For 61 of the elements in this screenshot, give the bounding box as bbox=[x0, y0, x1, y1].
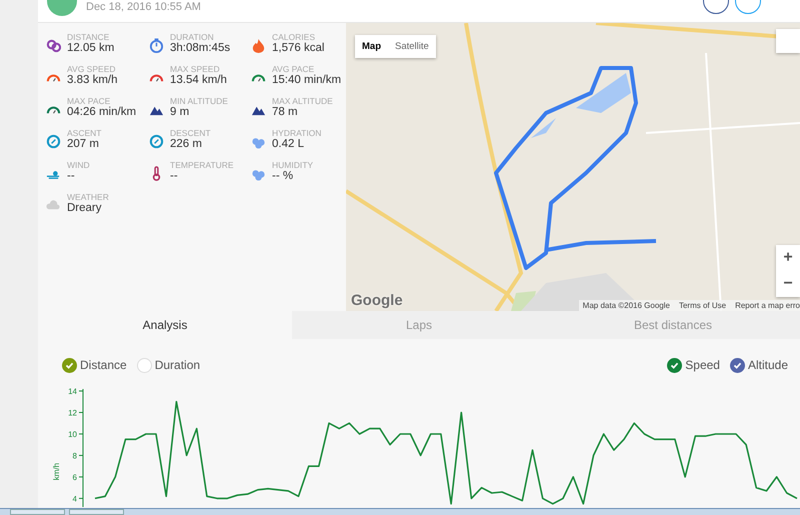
tick-label: 14 bbox=[68, 387, 77, 396]
stat-value: -- bbox=[67, 170, 76, 183]
map-type-tab[interactable]: Map bbox=[355, 35, 388, 58]
stat-label: ASCENT bbox=[67, 128, 102, 138]
zoom-out-button[interactable]: − bbox=[776, 271, 800, 297]
map-attribution: Map data ©2016 Google bbox=[582, 301, 670, 310]
checkbox[interactable] bbox=[667, 358, 682, 372]
stat-value: 13.54 km/h bbox=[170, 74, 227, 87]
stat-value: -- % bbox=[272, 170, 294, 183]
stat-value: 12.05 km bbox=[67, 42, 114, 55]
taskbar-button[interactable] bbox=[69, 509, 124, 515]
stat-value: 9 m bbox=[170, 106, 190, 119]
stat-value: -- bbox=[170, 170, 179, 183]
tick-label: 12 bbox=[68, 408, 77, 418]
stat-value: 3.83 km/h bbox=[67, 74, 118, 87]
zoom-in-button[interactable]: + bbox=[776, 245, 800, 271]
stat-value: 207 m bbox=[67, 138, 100, 151]
tick-label: 6 bbox=[72, 472, 77, 482]
stat-label: MAX SPEED bbox=[170, 64, 221, 74]
stat-value: 3h:08m:45s bbox=[170, 42, 230, 55]
stat-label: MIN ALTITUDE bbox=[170, 96, 228, 106]
stat-label: DISTANCE bbox=[67, 32, 110, 42]
stat-value: 15:40 min/km bbox=[272, 74, 342, 87]
stat-label: MAX PACE bbox=[67, 96, 112, 106]
stat-label: MAX ALTITUDE bbox=[272, 96, 333, 106]
checkbox[interactable] bbox=[62, 358, 77, 372]
toggle-option[interactable]: Duration bbox=[136, 353, 200, 377]
stat-value: 1,576 kcal bbox=[272, 42, 324, 55]
taskbar-button[interactable] bbox=[10, 509, 65, 515]
stat-label: DESCENT bbox=[170, 128, 211, 138]
stat-label: AVG PACE bbox=[272, 64, 316, 74]
stat-label: HUMIDITY bbox=[272, 160, 314, 170]
toggle-option[interactable]: Speed bbox=[667, 353, 720, 377]
compass-icon bbox=[149, 134, 164, 149]
stat-label: WIND bbox=[67, 160, 90, 170]
compass-icon bbox=[46, 134, 61, 149]
axis-title: km/h bbox=[52, 462, 61, 480]
toggle-option[interactable]: Distance bbox=[62, 353, 127, 377]
stat-label: AVG SPEED bbox=[67, 64, 116, 74]
tick-label: 10 bbox=[68, 430, 77, 439]
stat-value: 04:26 min/km bbox=[67, 106, 136, 119]
activity-date: Dec 18, 2016 10:55 AM bbox=[86, 0, 201, 14]
map-type-tab[interactable]: Satellite bbox=[388, 35, 436, 58]
stat-value: Dreary bbox=[67, 202, 103, 215]
map-link[interactable]: Report a map erro bbox=[735, 301, 800, 310]
stat-label: CALORIES bbox=[272, 32, 316, 42]
map-logo: Google bbox=[351, 292, 403, 309]
tick-label: 4 bbox=[72, 494, 77, 504]
tick-label: 8 bbox=[72, 451, 77, 460]
stat-label: TEMPERATURE bbox=[170, 160, 234, 170]
checkbox[interactable] bbox=[730, 358, 745, 372]
stopwatch-icon bbox=[149, 38, 164, 53]
map-link[interactable]: Terms of Use bbox=[678, 301, 726, 310]
flame-icon bbox=[251, 38, 266, 53]
toggle-option[interactable]: Altitude bbox=[730, 353, 788, 377]
stat-value: 0.42 L bbox=[272, 138, 305, 151]
stat-label: HYDRATION bbox=[272, 128, 322, 138]
stat-label: DURATION bbox=[170, 32, 215, 42]
stat-label: WEATHER bbox=[67, 192, 109, 202]
stat-value: 226 m bbox=[170, 138, 203, 151]
stat-value: 78 m bbox=[272, 106, 299, 119]
